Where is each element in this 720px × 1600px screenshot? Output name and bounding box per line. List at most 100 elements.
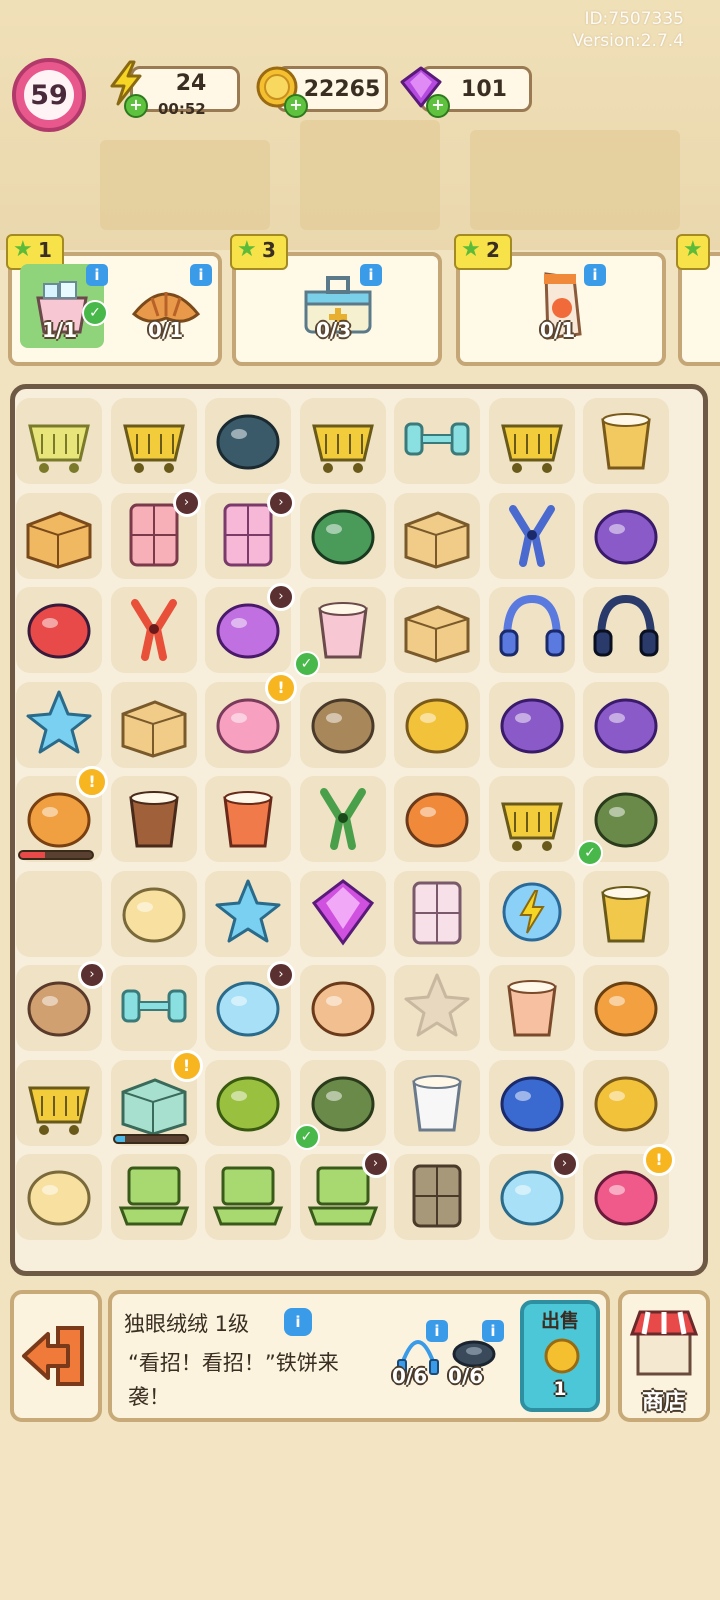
sell-button[interactable]: 出售 1 [520, 1300, 600, 1412]
board-cell[interactable] [110, 870, 197, 957]
board-cell[interactable] [299, 776, 386, 862]
info-icon[interactable]: i [86, 264, 108, 286]
board-item[interactable] [398, 1156, 476, 1238]
board-cell[interactable] [299, 681, 386, 768]
board-item[interactable] [115, 684, 193, 766]
board-cell[interactable]: › [205, 488, 295, 579]
board-cell[interactable] [205, 776, 291, 862]
board-cell[interactable] [16, 870, 102, 957]
board-item[interactable] [20, 684, 98, 766]
board-item[interactable] [587, 400, 665, 482]
board-cell[interactable]: ✓ [293, 587, 386, 677]
board-item[interactable] [304, 873, 382, 955]
board-cell[interactable] [110, 681, 197, 768]
board-cell[interactable] [299, 870, 386, 957]
board-item[interactable] [398, 495, 476, 577]
add-coins-button[interactable]: + [284, 94, 308, 118]
board-cell[interactable] [394, 587, 480, 673]
board-item[interactable] [20, 589, 98, 671]
player-level-badge[interactable]: 59 [12, 58, 86, 132]
board-item[interactable] [493, 589, 571, 671]
board-item[interactable] [398, 967, 476, 1049]
board-item[interactable] [304, 684, 382, 766]
board-item[interactable] [398, 589, 476, 671]
board-item[interactable] [493, 495, 571, 577]
board-cell[interactable]: ✓ [577, 776, 669, 866]
info-icon[interactable]: i [360, 264, 382, 286]
board-cell[interactable] [16, 398, 102, 484]
board-item[interactable] [398, 400, 476, 482]
board-cell[interactable] [299, 398, 386, 484]
board-cell[interactable] [488, 965, 575, 1051]
board-item[interactable] [115, 400, 193, 482]
board-cell[interactable] [394, 1059, 480, 1146]
board-item[interactable] [587, 873, 665, 955]
board-item[interactable] [209, 873, 287, 955]
add-gems-button[interactable]: + [426, 94, 450, 118]
board-cell[interactable] [16, 1154, 102, 1240]
board-cell[interactable] [394, 1154, 480, 1240]
board-cell[interactable] [110, 1154, 197, 1240]
board-cell[interactable] [16, 681, 102, 768]
board-cell[interactable] [16, 492, 102, 579]
board-cell[interactable]: › [299, 1150, 390, 1240]
board-cell[interactable] [16, 587, 102, 673]
board-cell[interactable] [488, 1059, 575, 1146]
info-icon[interactable]: i [584, 264, 606, 286]
board-cell[interactable] [205, 870, 291, 957]
board-item[interactable] [587, 589, 665, 671]
board-cell[interactable]: ! [110, 1049, 203, 1146]
board-cell[interactable] [394, 965, 480, 1051]
board-cell[interactable] [488, 587, 575, 673]
board-cell[interactable] [205, 1059, 291, 1146]
board-cell[interactable] [394, 492, 480, 579]
board-cell[interactable] [583, 492, 669, 579]
board-cell[interactable] [583, 870, 669, 957]
board-cell[interactable] [205, 1154, 291, 1240]
item-info-icon[interactable]: i [284, 1308, 312, 1336]
board-item[interactable] [209, 1156, 287, 1238]
board-item[interactable] [493, 967, 571, 1049]
board-cell[interactable] [110, 587, 197, 673]
board-item[interactable] [20, 495, 98, 577]
board-item[interactable] [115, 873, 193, 955]
board-item[interactable] [493, 873, 571, 955]
board-item[interactable] [493, 1062, 571, 1144]
info-icon[interactable]: i [190, 264, 212, 286]
board-cell[interactable] [488, 492, 575, 579]
board-cell[interactable] [583, 398, 669, 484]
board-item[interactable] [398, 684, 476, 766]
board-item[interactable] [115, 967, 193, 1049]
board-cell[interactable]: ! [16, 766, 108, 862]
board-item[interactable] [304, 400, 382, 482]
board-cell[interactable] [394, 870, 480, 957]
board-cell[interactable] [583, 1059, 669, 1146]
board-item[interactable] [115, 778, 193, 860]
board-item[interactable] [587, 967, 665, 1049]
board-cell[interactable] [16, 1059, 102, 1146]
board-item[interactable] [398, 1062, 476, 1144]
board-cell[interactable]: › [488, 1150, 579, 1240]
board-cell[interactable] [299, 492, 386, 579]
board-item[interactable] [304, 495, 382, 577]
board-cell[interactable]: › [205, 961, 295, 1051]
board-cell[interactable] [488, 681, 575, 768]
board-item[interactable] [209, 778, 287, 860]
board-cell[interactable]: ! [205, 671, 297, 768]
board-cell[interactable] [110, 776, 197, 862]
board-cell[interactable]: › [16, 961, 106, 1051]
board-item[interactable] [304, 778, 382, 860]
board-item[interactable] [209, 400, 287, 482]
board-item[interactable] [587, 1062, 665, 1144]
board-item[interactable] [304, 967, 382, 1049]
board-cell[interactable] [583, 965, 669, 1051]
board-cell[interactable] [488, 398, 575, 484]
board-item[interactable] [209, 1062, 287, 1144]
board-item[interactable] [20, 1062, 98, 1144]
board-cell[interactable] [394, 776, 480, 862]
board-cell[interactable]: › [110, 488, 201, 579]
board-item[interactable] [20, 1156, 98, 1238]
board-item[interactable] [115, 589, 193, 671]
board-item[interactable] [493, 400, 571, 482]
info-icon[interactable]: i [426, 1320, 448, 1342]
